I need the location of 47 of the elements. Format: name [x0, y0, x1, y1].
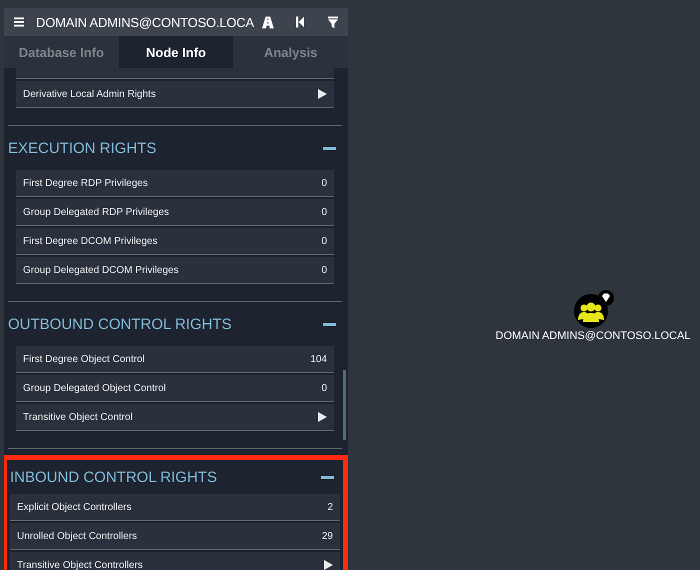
section-title: EXECUTION RIGHTS [8, 140, 156, 156]
collapse-icon[interactable] [323, 146, 336, 150]
info-row[interactable]: Transitive Object Controllers [10, 552, 340, 570]
info-row[interactable]: First Degree RDP Privileges 0 [16, 170, 334, 197]
info-row[interactable]: Transitive Object Control [16, 404, 334, 431]
row-label: First Degree RDP Privileges [23, 178, 148, 188]
row-count: 104 [310, 354, 327, 364]
info-row[interactable]: Group Delegated DCOM Privileges 0 [16, 257, 334, 284]
info-row[interactable]: Derivative Local Admin Rights [16, 81, 334, 108]
collapse-icon[interactable] [321, 476, 334, 478]
row-label: Group Delegated DCOM Privileges [23, 264, 179, 276]
menu-icon[interactable] [14, 17, 24, 27]
row-label: Transitive Object Control [23, 412, 133, 422]
play-icon[interactable] [318, 412, 327, 422]
row-count: 2 [327, 502, 333, 512]
row-count: 29 [322, 530, 333, 542]
header-title: DOMAIN ADMINS@CONTOSO.LOCA [36, 14, 254, 30]
info-row[interactable]: Unrolled Object Controllers 29 [10, 523, 340, 550]
info-row[interactable]: Group Delegated Object Control 0 [16, 375, 334, 402]
row-label: Explicit Object Controllers [17, 502, 132, 512]
section-title: INBOUND CONTROL RIGHTS [10, 468, 217, 486]
collapse-icon[interactable] [323, 322, 336, 326]
info-row[interactable]: First Degree DCOM Privileges 0 [16, 228, 334, 255]
skip-back-icon[interactable] [296, 16, 304, 28]
row-count: 0 [321, 178, 327, 188]
row-label: First Degree Object Control [23, 354, 145, 364]
row-label: First Degree DCOM Privileges [23, 236, 158, 246]
info-row[interactable]: First Degree Object Control 104 [16, 346, 334, 373]
filter-icon[interactable] [328, 16, 338, 28]
info-row[interactable]: Group Delegated RDP Privileges 0 [16, 199, 334, 226]
tab[interactable]: Node Info [118, 36, 234, 68]
row-label: Unrolled Object Controllers [17, 530, 138, 542]
section-title: OUTBOUND CONTROL RIGHTS [8, 316, 232, 332]
row-count: 0 [321, 264, 327, 276]
play-icon[interactable] [324, 560, 333, 570]
road-icon[interactable] [262, 16, 274, 28]
play-icon[interactable] [318, 89, 327, 99]
row-count: 0 [321, 236, 327, 246]
row-label: Group Delegated RDP Privileges [23, 206, 170, 218]
info-row[interactable]: Explicit Object Controllers 2 [10, 494, 340, 521]
row-count: 0 [321, 382, 327, 394]
row-label: Transitive Object Controllers [17, 560, 143, 570]
node-label: DOMAIN ADMINS@CONTOSO.LOCAL [496, 330, 690, 342]
row-count: 0 [321, 206, 327, 218]
row-label: Group Delegated Object Control [23, 382, 166, 394]
scrollbar-thumb[interactable] [343, 370, 346, 440]
row-label: Derivative Local Admin Rights [23, 88, 156, 100]
